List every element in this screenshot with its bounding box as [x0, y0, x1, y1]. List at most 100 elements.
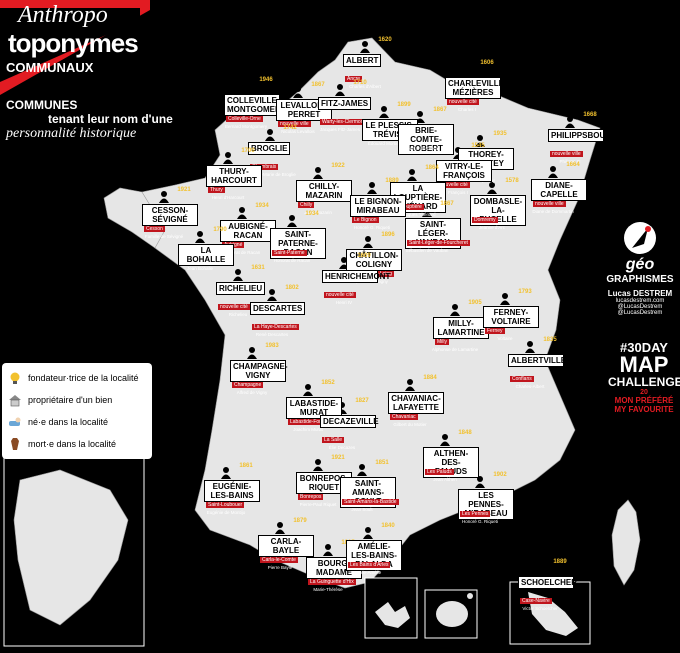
former-name-ribbon: La Salle: [322, 437, 345, 443]
person-caption: Henri IV: [335, 300, 353, 305]
commune-name-label: CHILLY-MAZARIN: [296, 180, 352, 202]
commune-year: 1889: [553, 559, 567, 565]
subtitle-line1: COMMUNES: [6, 98, 78, 112]
person-caption: Henri d'Harcourt: [211, 195, 245, 200]
former-name-ribbon: Saint-Léger-de-Fourcheret: [407, 240, 470, 246]
former-name-ribbon: Chilly: [298, 202, 315, 208]
subtitle: COMMUNES tenant leur nom d'une personnal…: [6, 98, 206, 142]
subtitle-line2: tenant leur nom d'une: [48, 112, 173, 126]
commune-year: 1983: [265, 343, 279, 349]
commune-year: 1921: [177, 187, 191, 193]
person-caption: Bernard Montgomery: [224, 124, 268, 129]
commune-year: 1922: [331, 163, 345, 169]
coffin-icon: [11, 438, 19, 450]
mayotte: [467, 593, 473, 599]
commune-year: 1609: [357, 253, 371, 259]
commune-name-label: LA BOHALLE: [178, 244, 234, 266]
commune-name-label: DIANE-CAPELLE: [531, 179, 587, 201]
commune-year: 1905: [468, 300, 482, 306]
commune-year: 1848: [458, 430, 472, 436]
commune-year: 1867: [311, 82, 325, 88]
former-name-ribbon: Saint-Loubouer: [206, 502, 245, 508]
person-caption: Jean Soult: [351, 507, 373, 512]
former-name-ribbon: Le Bignon: [352, 217, 379, 223]
baby-icon: [9, 417, 21, 426]
former-name-ribbon: Les Bains d'Arles: [348, 562, 391, 568]
commune-year: 1851: [375, 460, 389, 466]
commune-name-label: CHAVANIAC-LAFAYETTE: [388, 392, 444, 414]
person-caption: Robert I° de Dreux: [401, 146, 439, 151]
commune-name-label: CHARLEVILLE-MÉZIÈRES: [445, 77, 507, 99]
commune-year: 1879: [293, 518, 307, 524]
commune-year: 1921: [331, 455, 345, 461]
person-caption: Alphonse de Lamartine: [431, 347, 479, 352]
former-name-ribbon: La Guinguette d'Hix: [308, 579, 356, 585]
challenge-block: #30DAY MAP CHALLENGE 20 MON PRÉFÉRÉ MY F…: [608, 340, 680, 414]
former-name-ribbon: nouvelle cité: [218, 304, 250, 310]
former-name-ribbon: Chavaniac: [390, 414, 418, 420]
legend-item-born: né·e dans la localité: [8, 411, 146, 433]
former-name-ribbon: Champagne: [232, 382, 264, 388]
commune-name-label: ALBERT: [343, 54, 382, 67]
commune-name-label: CHÂTILLON-COLIGNY: [346, 249, 402, 271]
legend-item-owner: propriétaire d'un bien: [8, 389, 146, 411]
legend-label-founder: fondateur·trice de la localité: [28, 373, 139, 383]
person-caption: Victor Schoelcher: [522, 606, 558, 611]
commune-name-label: FITZ-JAMES: [318, 97, 372, 110]
former-name-ribbon: Warty-les-Clermont: [320, 119, 367, 125]
social-instagram: @LucasDestrem: [617, 310, 663, 316]
lightbulb-icon: [10, 372, 20, 384]
former-name-ribbon: Domremy: [472, 217, 498, 223]
commune-year: 1710: [353, 80, 367, 86]
former-name-ribbon: Les Pennes: [460, 511, 491, 517]
commune-year: 1790: [213, 227, 227, 233]
person-caption: Honoré G. Riqueti: [353, 225, 391, 230]
person-caption: Honoré G. Riqueti: [461, 519, 499, 524]
title-banner: Anthropo toponymes COMMUNAUX: [0, 0, 150, 100]
former-name-ribbon: nouvelle cité: [447, 99, 479, 105]
commune-year: 1545: [471, 143, 485, 149]
person-caption: Pierre Bayle: [267, 565, 293, 570]
commune-name-label: EUGÉNIE-LES-BAINS: [204, 480, 260, 502]
subtitle-line3: personnalité historique: [6, 126, 137, 141]
commune-year: 1664: [566, 162, 580, 168]
former-name-ribbon: Bonrepos: [298, 494, 324, 500]
commune-name-label: COLLEVILLE-MONTGOMERY: [224, 94, 286, 116]
former-name-ribbon: Carla-le-Comte: [260, 557, 298, 563]
person-caption: Alfred de Vigny: [236, 390, 268, 395]
person-caption: Gilbert du Motier: [393, 422, 427, 427]
commune-year: 1935: [493, 131, 507, 137]
person-caption: Jeanne d'Arc: [478, 225, 506, 230]
commune-name-label: SCHOELCHER: [518, 576, 577, 589]
commune-name-label: CESSON-SÉVIGNÉ: [142, 204, 198, 226]
commune-year: 1896: [381, 232, 395, 238]
commune-year: 1867: [440, 201, 454, 207]
commune-year: 1889: [385, 178, 399, 184]
brand-name: géo: [625, 256, 655, 273]
author: Lucas DESTREM: [607, 289, 673, 298]
commune-year: 1902: [493, 472, 507, 478]
commune-name-label: RICHELIEU: [216, 282, 266, 295]
house-icon: [9, 395, 21, 407]
person-caption: Famille de Sévigné: [144, 234, 184, 239]
commune-year: 1899: [397, 102, 411, 108]
commune-year: 1700: [241, 148, 255, 154]
commune-year: 1742: [283, 125, 297, 131]
legend-item-died: mort·e dans la localité: [8, 433, 146, 455]
legend-label-born: né·e dans la localité: [28, 417, 109, 427]
brand-sub: GRAPHISMES: [606, 274, 674, 285]
commune-year: 1827: [355, 398, 369, 404]
commune-name-label: ALBERTVILLE: [508, 354, 566, 367]
commune-name-label: CHAMPAGNE-VIGNY: [230, 360, 288, 382]
commune-name-label: FERNEY-VOLTAIRE: [483, 306, 539, 328]
title-line3: COMMUNAUX: [6, 60, 94, 75]
title-line2: toponymes: [8, 28, 139, 58]
person-caption: Honorat de Racan: [273, 258, 311, 263]
challenge-map: MAP: [619, 352, 669, 377]
former-name-ribbon: La Haye-Descartes: [252, 324, 299, 330]
commune-year: 1884: [423, 375, 437, 381]
former-name-ribbon: Saint-Paterne: [272, 250, 307, 256]
person-caption: Jacques Fitz-James: [319, 127, 360, 132]
person-caption: Élie Decazes: [328, 445, 356, 450]
commune-name-label: CARLA-BAYLE: [258, 535, 314, 557]
